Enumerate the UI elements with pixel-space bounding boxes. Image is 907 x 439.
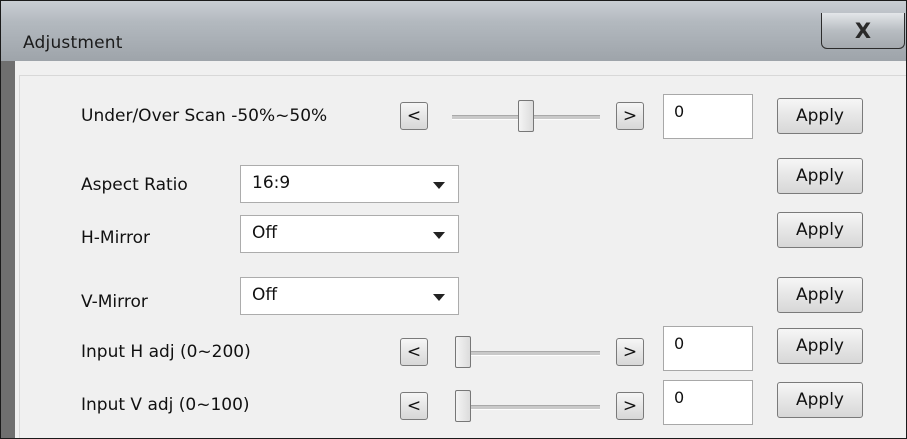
chevron-down-icon — [433, 232, 445, 239]
h-mirror-value: Off — [252, 223, 278, 243]
scan-slider-thumb[interactable] — [518, 100, 534, 132]
input-v-value-input[interactable]: 0 — [663, 380, 753, 425]
input-v-slider-track[interactable] — [455, 405, 600, 410]
input-v-decrease-button[interactable]: < — [400, 392, 428, 420]
v-mirror-select[interactable]: Off — [240, 277, 459, 315]
chevron-down-icon — [433, 294, 445, 301]
h-mirror-label: H-Mirror — [81, 228, 151, 248]
input-h-slider-track[interactable] — [455, 351, 600, 356]
input-h-apply-button[interactable]: Apply — [777, 328, 863, 364]
input-v-slider-thumb[interactable] — [455, 390, 471, 422]
close-button[interactable]: X — [821, 13, 905, 49]
v-mirror-label: V-Mirror — [81, 292, 148, 312]
chevron-down-icon — [433, 182, 445, 189]
aspect-ratio-label: Aspect Ratio — [81, 175, 188, 195]
input-h-increase-button[interactable]: > — [616, 338, 644, 366]
input-h-slider-thumb[interactable] — [455, 336, 471, 368]
aspect-ratio-select[interactable]: 16:9 — [240, 165, 459, 203]
title-bar[interactable]: Adjustment X — [1, 1, 906, 61]
input-v-increase-button[interactable]: > — [616, 392, 644, 420]
input-v-apply-button[interactable]: Apply — [777, 382, 863, 418]
client-area: Under/Over Scan -50%~50% < > 0 Apply Asp… — [15, 61, 906, 438]
v-mirror-value: Off — [252, 285, 278, 305]
h-mirror-select[interactable]: Off — [240, 215, 459, 253]
scan-value-input[interactable]: 0 — [663, 94, 753, 139]
input-v-adj-label: Input V adj (0~100) — [81, 395, 250, 415]
scan-increase-button[interactable]: > — [616, 102, 644, 130]
scan-apply-button[interactable]: Apply — [777, 98, 863, 134]
window-title: Adjustment — [23, 33, 123, 53]
v-mirror-apply-button[interactable]: Apply — [777, 277, 863, 313]
aspect-ratio-apply-button[interactable]: Apply — [777, 158, 863, 194]
scan-decrease-button[interactable]: < — [400, 102, 428, 130]
h-mirror-apply-button[interactable]: Apply — [777, 212, 863, 248]
input-h-decrease-button[interactable]: < — [400, 338, 428, 366]
input-h-value-input[interactable]: 0 — [663, 326, 753, 371]
content-panel — [19, 75, 906, 438]
scan-label: Under/Over Scan -50%~50% — [81, 106, 328, 126]
aspect-ratio-value: 16:9 — [252, 173, 291, 193]
input-h-adj-label: Input H adj (0~200) — [81, 342, 251, 362]
close-icon: X — [854, 19, 872, 43]
adjustment-window: Adjustment X Under/Over Scan -50%~50% < … — [0, 0, 907, 439]
